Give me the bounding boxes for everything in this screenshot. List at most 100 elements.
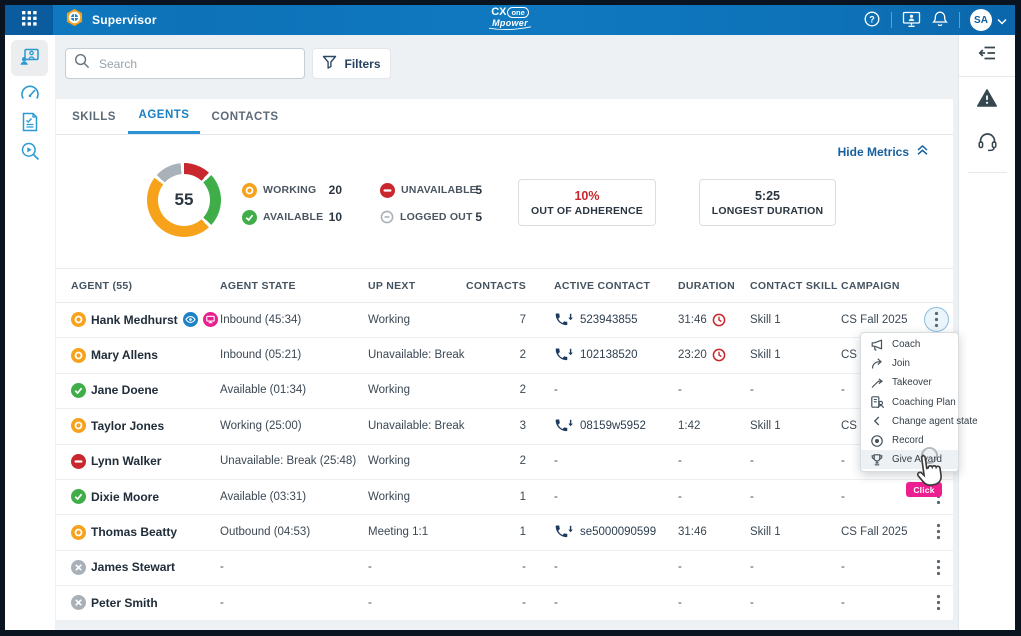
state-cell: Inbound (45:34): [220, 302, 301, 337]
hide-metrics-label: Hide Metrics: [838, 145, 909, 159]
contacts-cell: 2: [446, 373, 526, 408]
legend-value: 10: [302, 210, 342, 224]
upnext-cell: Working: [368, 373, 410, 408]
product-title: Supervisor: [92, 13, 157, 27]
menu-item-join[interactable]: Join: [861, 354, 958, 373]
avatar: SA: [970, 9, 992, 31]
svg-text:?: ?: [869, 14, 875, 24]
interaction-search-icon: [19, 140, 41, 165]
metric-value: 5:25: [755, 189, 780, 203]
row-actions-menu-button[interactable]: [927, 591, 949, 614]
logo-one: one: [507, 7, 528, 18]
agent-name: Taylor Jones: [91, 419, 164, 433]
agent-name: Thomas Beatty: [91, 525, 177, 539]
table-header: AGENT (55)AGENT STATEUP NEXTCONTACTSACTI…: [56, 268, 953, 303]
tab-contacts[interactable]: CONTACTS: [214, 99, 276, 134]
presenter-button[interactable]: [902, 10, 921, 31]
reports-icon: [19, 111, 41, 136]
monitor-eye-icon: [183, 312, 198, 327]
contacts-cell: -: [446, 550, 526, 585]
kebab-icon: [936, 594, 941, 611]
duration-cell: -: [678, 373, 682, 408]
agent-cell: Peter Smith: [71, 585, 158, 620]
menu-item-label: Takeover: [892, 377, 932, 388]
right-sidebar: [958, 35, 1015, 630]
tab-skills[interactable]: SKILLS: [68, 99, 120, 134]
row-actions-menu-button[interactable]: [924, 307, 949, 332]
user-menu-button[interactable]: SA: [970, 9, 1007, 31]
duration-value: 31:46: [678, 526, 707, 538]
rail-item-support-headset[interactable]: [976, 132, 998, 154]
rail-divider: [959, 76, 1015, 77]
legend-value: 20: [302, 183, 342, 197]
menu-item-record[interactable]: Record: [861, 431, 958, 450]
sidebar-item-dashboard[interactable]: [19, 83, 41, 105]
contacts-cell: -: [446, 585, 526, 620]
inbound-call-icon: [554, 419, 575, 433]
kebab-icon: [936, 559, 941, 576]
skill-cell: -: [750, 373, 754, 408]
active-contact-cell: se5000090599: [554, 514, 656, 549]
agent-name: Mary Allens: [91, 348, 158, 362]
alerts-icon: [976, 88, 998, 111]
contacts-cell: 1: [446, 514, 526, 549]
rail-item-alerts[interactable]: [976, 88, 998, 110]
column-header-active: ACTIVE CONTACT: [554, 269, 650, 302]
active-contact-cell: -: [554, 373, 558, 408]
help-button[interactable]: ?: [863, 10, 881, 31]
upnext-cell: -: [368, 585, 372, 620]
tab-bar: SKILLSAGENTS CONTACTS: [56, 99, 953, 135]
tab-agents[interactable]: AGENTS: [128, 99, 200, 134]
agent-cell: Hank Medhurst: [71, 302, 218, 337]
row-actions-menu-button[interactable]: [927, 520, 949, 543]
menu-item-takeover[interactable]: Takeover: [861, 373, 958, 392]
agent-state-donut-chart: 55: [147, 163, 221, 237]
duration-cell: -: [678, 550, 682, 585]
status-working-icon: [242, 183, 257, 198]
filters-button[interactable]: Filters: [312, 48, 391, 79]
menu-item-coaching-plan[interactable]: Coaching Plan: [861, 393, 958, 412]
column-header-duration: DURATION: [678, 269, 735, 302]
column-header-agent: AGENT (55): [71, 269, 132, 302]
contacts-cell: 3: [446, 408, 526, 443]
row-actions-menu-button[interactable]: [927, 556, 949, 579]
duration-cell: 31:46: [678, 514, 707, 549]
hand-cursor: [909, 449, 951, 499]
skill-cell: Skill 1: [750, 302, 781, 337]
agent-cell: Jane Doene: [71, 373, 158, 408]
agent-cell: Lynn Walker: [71, 444, 161, 479]
sidebar-item-agent-monitoring[interactable]: [11, 40, 48, 76]
metric-card: 5:25LONGEST DURATION: [699, 179, 836, 226]
legend-value: 5: [442, 183, 482, 197]
search-input[interactable]: [97, 56, 296, 72]
status-unavailable-icon: [71, 454, 86, 469]
sidebar-item-reports[interactable]: [19, 112, 41, 134]
menu-item-change-agent-state[interactable]: Change agent state: [861, 412, 958, 431]
upnext-cell: Working: [368, 302, 410, 337]
desktop-frame: Supervisor CXone Mpower ? SA: [0, 0, 1021, 636]
upnext-cell: Working: [368, 444, 410, 479]
collapse-panel-icon: [977, 43, 997, 66]
brand: Supervisor: [65, 8, 157, 32]
duration-value: -: [678, 455, 682, 467]
state-cell: -: [220, 585, 224, 620]
sidebar-item-interaction-search[interactable]: [19, 141, 41, 163]
rail-item-collapse-panel[interactable]: [976, 43, 998, 65]
column-header-campaign: CAMPAIGN: [841, 269, 900, 302]
metric-label: OUT OF ADHERENCE: [531, 205, 643, 217]
active-contact-number: 08159w5952: [580, 420, 646, 432]
state-cell: Unavailable: Break (25:48): [220, 444, 356, 479]
app-launcher-button[interactable]: [5, 5, 53, 35]
active-contact-cell: -: [554, 444, 558, 479]
notifications-button[interactable]: [931, 10, 949, 31]
duration-value: -: [678, 384, 682, 396]
main-content: Filters SKILLSAGENTS CONTACTS Hide Metric…: [55, 35, 958, 630]
agent-name: Hank Medhurst: [91, 313, 178, 327]
menu-item-coach[interactable]: Coach: [861, 335, 958, 354]
table-row: Hank MedhurstInbound (45:34)Working75239…: [56, 302, 953, 338]
logo-cx: CX: [491, 7, 506, 18]
hide-metrics-button[interactable]: Hide Metrics: [832, 143, 935, 160]
agent-name: Peter Smith: [91, 596, 158, 610]
agent-name: Dixie Moore: [91, 490, 159, 504]
active-contact-cell: 523943855: [554, 302, 638, 337]
